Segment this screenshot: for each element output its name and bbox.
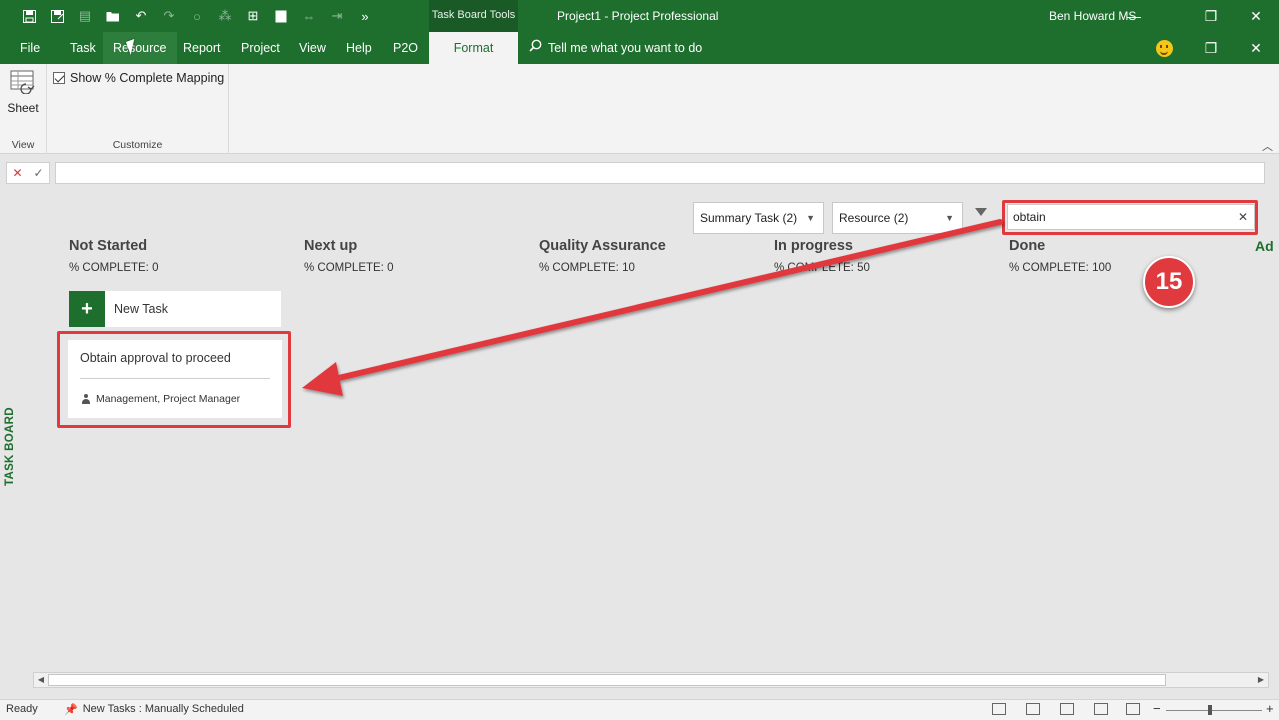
status-ready: Ready: [6, 703, 38, 715]
scroll-right-icon[interactable]: ▶: [1255, 673, 1267, 687]
report-view-icon[interactable]: [1126, 703, 1140, 715]
task-mode-indicator[interactable]: 📌 New Tasks : Manually Scheduled: [64, 703, 244, 716]
zoom-out-icon[interactable]: −: [1153, 701, 1161, 716]
team-planner-icon[interactable]: [1060, 703, 1074, 715]
resource-sheet-icon[interactable]: [1094, 703, 1108, 715]
task-mode-label: New Tasks : Manually Scheduled: [82, 703, 244, 715]
gantt-view-icon[interactable]: [1026, 703, 1040, 715]
zoom-in-icon[interactable]: +: [1266, 701, 1274, 716]
step-number-badge: 15: [1143, 256, 1195, 308]
zoom-slider-track[interactable]: [1166, 710, 1262, 711]
status-bar: Ready 📌 New Tasks : Manually Scheduled −…: [0, 699, 1279, 720]
task-board-view-icon[interactable]: [992, 703, 1006, 715]
annotation-arrow: [302, 219, 1003, 396]
pin-icon: 📌: [64, 704, 78, 716]
scroll-left-icon[interactable]: ◀: [35, 673, 47, 687]
horizontal-scrollbar[interactable]: ◀ ▶: [33, 672, 1269, 688]
scrollbar-thumb[interactable]: [48, 674, 1166, 686]
zoom-slider-thumb[interactable]: [1208, 705, 1212, 715]
